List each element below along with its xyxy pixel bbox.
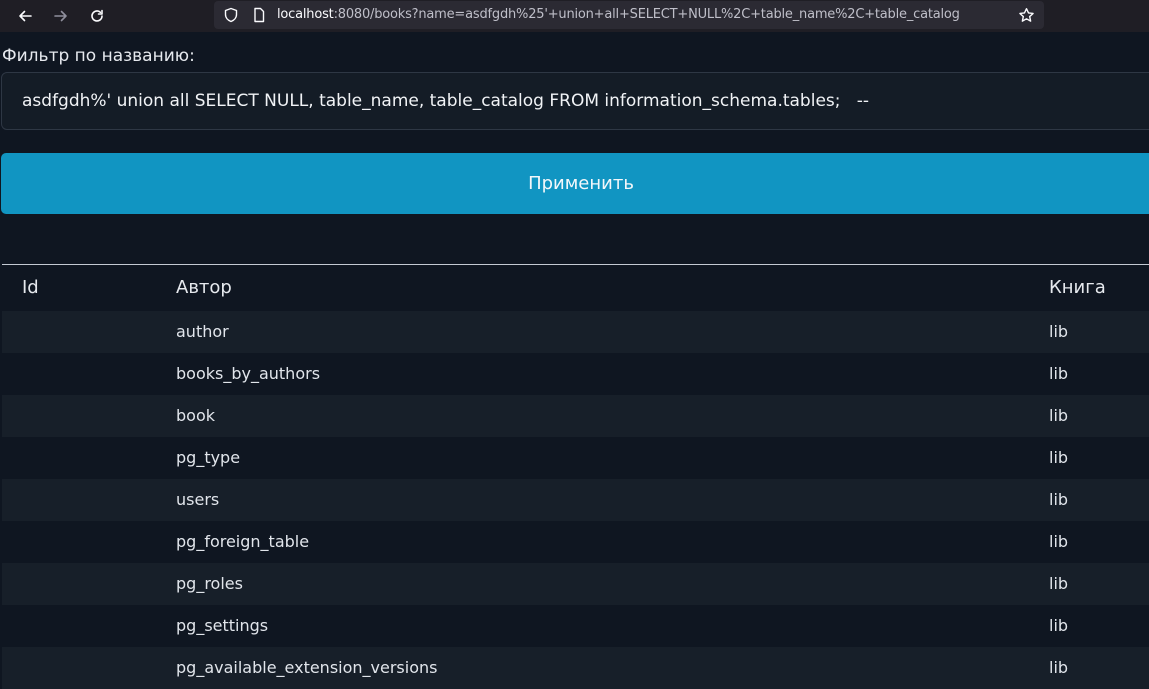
cell-book: lib [1049, 616, 1069, 635]
header-book[interactable]: Книга [1049, 277, 1106, 298]
table-row: pg_type lib [2, 437, 1149, 479]
reload-icon [91, 9, 103, 22]
cell-author: pg_roles [176, 574, 243, 593]
table-row: pg_available_extension_versions lib [2, 647, 1149, 689]
browser-toolbar: localhost:8080/books?name=asdfgdh%25'+un… [0, 0, 1149, 32]
cell-book: lib [1049, 364, 1069, 383]
cell-author: pg_type [176, 448, 241, 467]
header-author[interactable]: Автор [176, 277, 232, 298]
reload-button[interactable] [84, 4, 110, 28]
address-bar[interactable]: localhost:8080/books?name=asdfgdh%25'+un… [214, 1, 1044, 29]
cell-author: pg_settings [176, 616, 269, 635]
url-text[interactable]: localhost:8080/books?name=asdfgdh%25'+un… [277, 7, 1017, 22]
arrow-right-icon [54, 10, 67, 22]
url-path: :8080/books?name=asdfgdh%25'+union+all+S… [333, 7, 960, 22]
books-table: Id Автор Книга author lib books_by_autho… [2, 264, 1149, 689]
forward-button[interactable] [48, 4, 74, 28]
cell-book: lib [1049, 490, 1069, 509]
table-row: pg_roles lib [2, 563, 1149, 605]
cell-author: author [176, 322, 229, 341]
cell-author: book [176, 406, 215, 425]
cell-author: books_by_authors [176, 364, 321, 383]
apply-button[interactable]: Применить [1, 153, 1149, 214]
table-row: author lib [2, 311, 1149, 353]
filter-input[interactable] [1, 72, 1149, 130]
bookmark-star-icon[interactable] [1018, 7, 1035, 24]
table-header: Id Автор Книга [2, 264, 1149, 311]
table-row: pg_settings lib [2, 605, 1149, 647]
table-row: books_by_authors lib [2, 353, 1149, 395]
cell-author: users [176, 490, 220, 509]
cell-book: lib [1049, 574, 1069, 593]
table-row: users lib [2, 479, 1149, 521]
arrow-left-icon [19, 10, 32, 22]
url-host: localhost [277, 7, 334, 22]
cell-book: lib [1049, 448, 1069, 467]
shield-icon[interactable] [223, 7, 239, 23]
page-icon[interactable] [251, 7, 267, 23]
cell-book: lib [1049, 658, 1069, 677]
header-id[interactable]: Id [22, 277, 39, 298]
cell-author: pg_foreign_table [176, 532, 310, 551]
table-row: pg_foreign_table lib [2, 521, 1149, 563]
cell-book: lib [1049, 322, 1069, 341]
cell-book: lib [1049, 406, 1069, 425]
filter-label: Фильтр по названию: [2, 46, 195, 66]
cell-author: pg_available_extension_versions [176, 658, 438, 677]
cell-book: lib [1049, 532, 1069, 551]
back-button[interactable] [12, 4, 38, 28]
table-row: book lib [2, 395, 1149, 437]
